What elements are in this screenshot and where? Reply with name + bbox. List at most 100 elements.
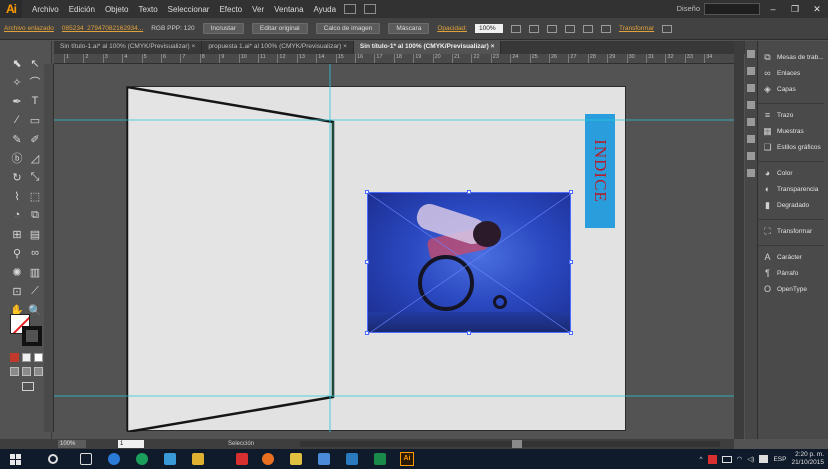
zoom-level-field[interactable]: 100% (58, 440, 86, 448)
tab-document-2[interactable]: propuesta 1.ai* al 100% (CMYK/Previsuali… (202, 41, 354, 54)
lasso-icon[interactable]: ⌒ (27, 74, 43, 90)
shape-builder-icon[interactable]: ◔ (9, 207, 25, 223)
panel-links[interactable]: ∞ Enlaces (758, 65, 828, 81)
panel-stroke[interactable]: ≡ Trazo (758, 107, 828, 123)
app-photos-icon[interactable] (318, 453, 330, 465)
volume-icon[interactable]: ◁) (747, 455, 754, 463)
panel-color[interactable]: ◕ Color (758, 165, 828, 181)
draw-normal-icon[interactable] (10, 367, 19, 376)
help-search-input[interactable] (704, 3, 760, 15)
align-middle-icon[interactable] (600, 24, 611, 33)
horizontal-scrollbar[interactable] (300, 441, 720, 447)
wifi-icon[interactable]: ◠ (737, 455, 743, 463)
artboard-icon[interactable]: ⊡ (9, 283, 25, 299)
free-transform-icon[interactable]: ⬚ (27, 188, 43, 204)
magic-wand-icon[interactable]: ✧ (9, 74, 25, 90)
tab-document-1[interactable]: Sin título-1.ai* al 100% (CMYK/Previsual… (54, 41, 203, 54)
app-blue-icon[interactable] (164, 453, 176, 465)
panel-icon[interactable] (747, 50, 755, 58)
antivirus-icon[interactable] (707, 454, 717, 464)
search-icon[interactable] (48, 454, 58, 464)
perspective-icon[interactable]: ⧉ (27, 207, 43, 223)
slice-icon[interactable]: ⟋ (27, 283, 43, 299)
symbol-sprayer-icon[interactable]: ✺ (9, 264, 25, 280)
panel-icon[interactable] (747, 169, 755, 177)
menu-efecto[interactable]: Efecto (219, 5, 242, 14)
app-yellow-icon[interactable] (290, 453, 302, 465)
clock[interactable]: 2:20 p. m. 21/10/2015 (791, 451, 824, 467)
minimize-icon[interactable]: – (762, 0, 784, 18)
paintbrush-icon[interactable]: ✎ (9, 131, 25, 147)
artboard-navigation-field[interactable]: 1 (118, 440, 144, 448)
bridge-icon[interactable] (344, 4, 357, 14)
isolate-icon[interactable] (662, 24, 673, 33)
tab-close-icon[interactable]: × (491, 43, 495, 50)
firefox-icon[interactable] (262, 453, 274, 465)
tab-document-3[interactable]: Sin título-1* al 100% (CMYK/Previsualiza… (353, 41, 502, 54)
panel-transform[interactable]: ⛶ Transformar (758, 223, 828, 239)
menu-edicion[interactable]: Edición (69, 5, 95, 14)
panel-icon[interactable] (747, 67, 755, 75)
close-icon[interactable]: ✕ (806, 0, 828, 18)
align-right-icon[interactable] (564, 24, 575, 33)
edit-original-button[interactable]: Editar original (251, 23, 308, 34)
app-red-icon[interactable] (236, 453, 248, 465)
current-tool-status[interactable]: Selección (228, 441, 254, 447)
align-top-icon[interactable] (582, 24, 593, 33)
tray-up-arrow-icon[interactable]: ^ (700, 456, 703, 463)
file-name-link[interactable]: 085234_27947082162934... (62, 25, 143, 32)
illustrator-taskbar-icon[interactable]: Ai (400, 452, 414, 466)
tab-close-icon[interactable]: × (192, 43, 196, 50)
rectangle-icon[interactable]: ▭ (27, 112, 43, 128)
panel-transparency[interactable]: ◐ Transparencia (758, 181, 828, 197)
windows-start-icon[interactable] (10, 454, 21, 465)
eyedropper-icon[interactable]: ⚲ (9, 245, 25, 261)
screen-mode-icon[interactable] (22, 382, 34, 391)
color-button[interactable] (10, 353, 19, 362)
chrome-icon[interactable] (108, 453, 120, 465)
menu-ver[interactable]: Ver (252, 5, 264, 14)
menu-texto[interactable]: Texto (139, 5, 158, 14)
vertical-scrollbar[interactable] (734, 41, 744, 439)
draw-behind-icon[interactable] (22, 367, 31, 376)
panel-icon[interactable] (747, 152, 755, 160)
menu-ventana[interactable]: Ventana (274, 5, 303, 14)
draw-inside-icon[interactable] (34, 367, 43, 376)
line-icon[interactable]: ⁄ (9, 112, 25, 128)
panel-artboards[interactable]: ⧉ Mesas de trab... (758, 49, 828, 65)
panel-icon[interactable] (747, 84, 755, 92)
menu-objeto[interactable]: Objeto (105, 5, 129, 14)
rotate-icon[interactable]: ↻ (9, 169, 25, 185)
panel-character[interactable]: A Carácter (758, 249, 828, 265)
artboard[interactable]: INDICE (126, 86, 626, 432)
mesh-icon[interactable]: ⊞ (9, 226, 25, 242)
canvas[interactable]: INDICE (54, 64, 734, 432)
file-explorer-icon[interactable] (192, 453, 204, 465)
align-left-icon[interactable] (528, 24, 539, 33)
type-icon[interactable]: T (27, 93, 43, 109)
opacity-field[interactable]: 100% (474, 24, 503, 33)
language-indicator[interactable]: ESP (773, 456, 786, 463)
direct-selection-icon[interactable]: ↖ (27, 55, 43, 71)
pen-icon[interactable]: ✒ (9, 93, 25, 109)
panel-paragraph[interactable]: ¶ Párrafo (758, 265, 828, 281)
transform-link[interactable]: Transformar (619, 25, 654, 32)
index-label-box[interactable]: INDICE (585, 114, 615, 228)
workspace-switcher[interactable]: Diseño (677, 4, 700, 13)
tab-close-icon[interactable]: × (343, 43, 347, 50)
image-trace-button[interactable]: Calco de imagen (315, 23, 381, 34)
menu-ayuda[interactable]: Ayuda (314, 5, 337, 14)
align-center-icon[interactable] (546, 24, 557, 33)
word-icon[interactable] (346, 453, 358, 465)
fill-stroke-widget[interactable] (10, 314, 42, 346)
selection-icon[interactable]: ⬉ (9, 55, 25, 71)
linked-file-link[interactable]: Archivo enlazado (4, 25, 54, 32)
battery-icon[interactable] (721, 455, 732, 463)
pencil-icon[interactable]: ✐ (27, 131, 43, 147)
gradient-icon[interactable]: ▤ (27, 226, 43, 242)
panel-icon[interactable] (747, 101, 755, 109)
notifications-icon[interactable] (759, 455, 769, 463)
blend-icon[interactable]: ∞ (27, 245, 43, 261)
mask-button[interactable]: Máscara (388, 23, 430, 34)
menu-archivo[interactable]: Archivo (32, 5, 59, 14)
